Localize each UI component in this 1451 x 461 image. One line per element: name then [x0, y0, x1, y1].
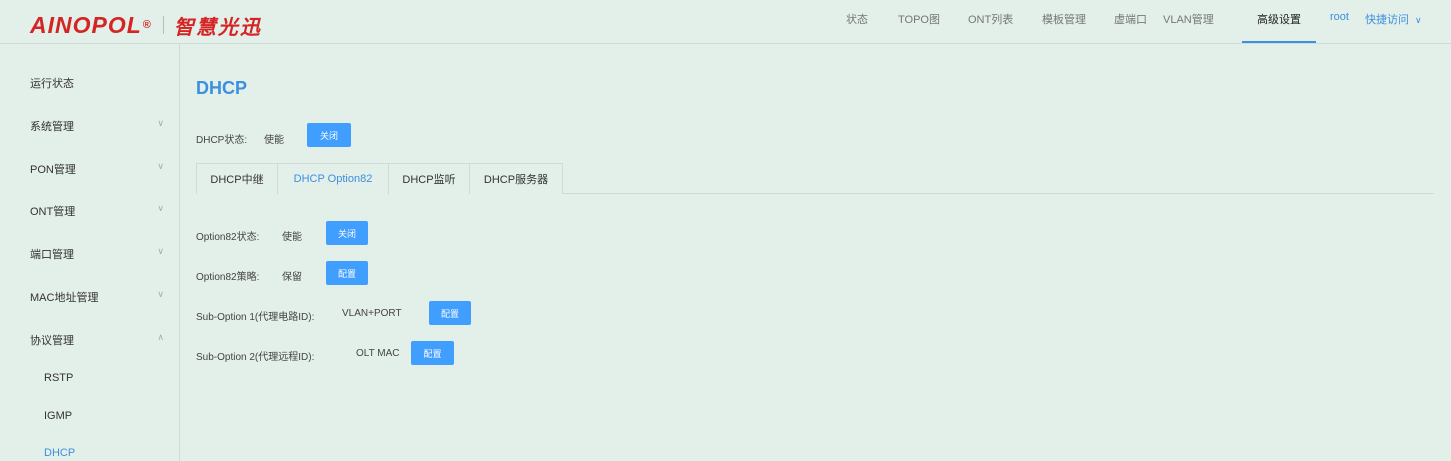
nav-status[interactable]: 状态	[846, 11, 868, 27]
option82-policy-config-button[interactable]: 配置	[326, 261, 368, 285]
top-header: AINOPOL ® 智慧光迅 状态 TOPO图 ONT列表 模板管理 虚端口 V…	[0, 0, 1451, 44]
sidebar-subitem-dhcp[interactable]: DHCP	[44, 447, 75, 459]
sub-option2-value: OLT MAC	[356, 348, 400, 359]
dhcp-status-value: 使能	[264, 135, 284, 146]
sidebar-item-label: PON管理	[30, 164, 76, 176]
sidebar-item-pon[interactable]: PON管理 ∨	[30, 161, 170, 177]
option82-policy-label: Option82策略:	[196, 272, 260, 283]
option82-policy-value: 保留	[282, 272, 302, 283]
sidebar-item-mac[interactable]: MAC地址管理 ∨	[30, 289, 170, 305]
tab-dhcp-option82[interactable]: DHCP Option82	[277, 163, 389, 195]
sidebar-item-label: 端口管理	[30, 249, 74, 261]
sidebar-item-run-status[interactable]: 运行状态	[30, 75, 170, 91]
nav-advanced-settings[interactable]: 高级设置	[1257, 11, 1301, 27]
dhcp-status-label: DHCP状态:	[196, 135, 248, 146]
option82-status-value: 使能	[282, 232, 302, 243]
nav-template[interactable]: 模板管理	[1042, 11, 1086, 27]
chevron-down-icon: ∨	[157, 118, 164, 128]
sidebar-item-label: ONT管理	[30, 206, 76, 218]
dhcp-close-button[interactable]: 关闭	[307, 123, 351, 147]
nav-vlan[interactable]: VLAN管理	[1163, 11, 1214, 27]
top-navigation: 状态 TOPO图 ONT列表 模板管理 虚端口 VLAN管理 高级设置 root…	[0, 0, 1451, 44]
chevron-down-icon: ∨	[157, 203, 164, 213]
sidebar-item-label: MAC地址管理	[30, 292, 99, 304]
sub-option2-config-button[interactable]: 配置	[411, 341, 454, 365]
tab-dhcp-server[interactable]: DHCP服务器	[469, 163, 563, 194]
sidebar-item-system[interactable]: 系统管理 ∨	[30, 118, 170, 134]
sidebar-item-label: 运行状态	[30, 78, 74, 90]
sidebar-subitem-rstp[interactable]: RSTP	[44, 372, 73, 384]
sidebar-subitem-igmp[interactable]: IGMP	[44, 410, 72, 422]
chevron-down-icon: ∨	[157, 161, 164, 171]
sub-option1-label: Sub-Option 1(代理电路ID):	[196, 312, 315, 323]
option82-close-button[interactable]: 关闭	[326, 221, 368, 245]
dhcp-tabs: DHCP中继 DHCP Option82 DHCP监听 DHCP服务器	[196, 163, 1434, 195]
quick-access-label: 快捷访问	[1365, 14, 1409, 26]
tab-dhcp-snooping[interactable]: DHCP监听	[388, 163, 470, 194]
user-name[interactable]: root	[1330, 11, 1349, 23]
option82-status-label: Option82状态:	[196, 232, 260, 243]
quick-access-menu[interactable]: 快捷访问 ∨	[1365, 11, 1422, 27]
sidebar-item-ont[interactable]: ONT管理 ∨	[30, 203, 170, 219]
chevron-down-icon: ∨	[157, 289, 164, 299]
sidebar-item-protocol[interactable]: 协议管理 ∧	[30, 332, 170, 348]
sidebar-item-label: 系统管理	[30, 121, 74, 133]
active-nav-indicator	[1242, 41, 1316, 43]
sub-option1-value: VLAN+PORT	[342, 308, 402, 319]
sub-option1-config-button[interactable]: 配置	[429, 301, 471, 325]
nav-virtual-port[interactable]: 虚端口	[1114, 11, 1147, 27]
nav-topo[interactable]: TOPO图	[898, 11, 940, 27]
nav-ont-list[interactable]: ONT列表	[968, 11, 1013, 27]
sidebar: 运行状态 系统管理 ∨ PON管理 ∨ ONT管理 ∨ 端口管理 ∨ MAC地址…	[0, 44, 180, 461]
page-title: DHCP	[196, 78, 248, 98]
chevron-down-icon: ∨	[1415, 15, 1422, 25]
sub-option2-label: Sub-Option 2(代理远程ID):	[196, 352, 315, 363]
chevron-down-icon: ∨	[157, 246, 164, 256]
chevron-up-icon: ∧	[157, 332, 164, 342]
tab-dhcp-relay[interactable]: DHCP中继	[196, 163, 278, 194]
sidebar-item-label: 协议管理	[30, 335, 74, 347]
sidebar-item-port[interactable]: 端口管理 ∨	[30, 246, 170, 262]
